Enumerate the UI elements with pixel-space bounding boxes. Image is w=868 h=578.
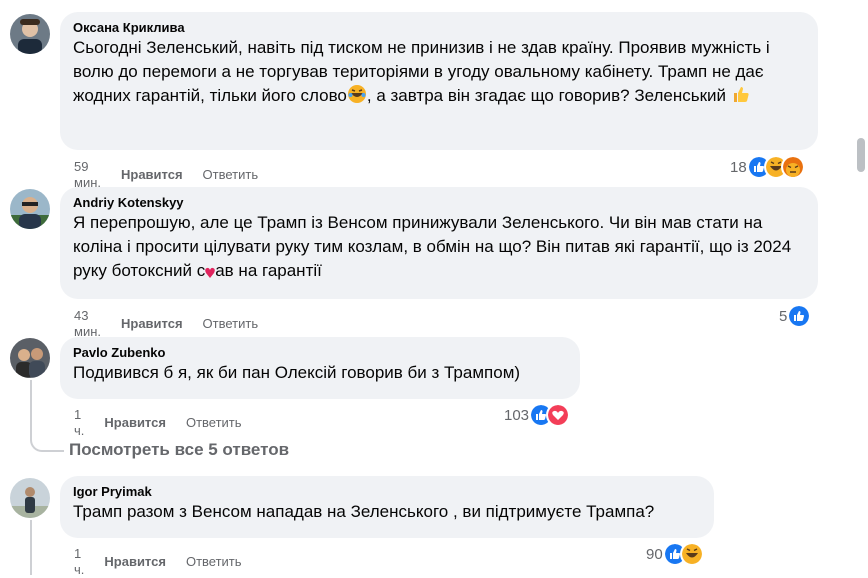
comment-actions: 43 мин. Нравится Ответить	[74, 308, 258, 340]
laughing-face-emoji-icon	[347, 84, 367, 104]
comment-author[interactable]: Igor Pryimak	[73, 484, 702, 500]
view-replies-link[interactable]: Посмотреть все 5 ответов	[69, 440, 289, 460]
comment-time[interactable]: 1 ч.	[74, 407, 84, 439]
avatar[interactable]	[10, 338, 50, 378]
thumbs-up-emoji-icon	[731, 84, 751, 104]
avatar[interactable]	[10, 189, 50, 229]
thread-line	[30, 380, 32, 434]
avatar[interactable]	[10, 478, 50, 518]
reactions-summary[interactable]: 103	[504, 405, 569, 425]
comment-bubble: Igor Pryimak Трамп разом з Венсом напада…	[60, 476, 714, 538]
reaction-count: 103	[504, 406, 530, 424]
like-icon	[789, 306, 810, 326]
comment-text: Сьогодні Зеленський, навіть під тиском н…	[73, 38, 770, 105]
reactions-summary[interactable]: 90	[646, 544, 702, 564]
reply-button[interactable]: Ответить	[203, 167, 259, 183]
like-button[interactable]: Нравится	[121, 316, 183, 332]
reaction-count: 90	[646, 545, 663, 563]
comment-bubble: Pavlo Zubenko Подивився б я, як би пан О…	[60, 337, 580, 399]
reply-button[interactable]: Ответить	[186, 554, 242, 570]
comment-bubble: Andriy Kotenskyy Я перепрошую, але це Тр…	[60, 187, 818, 299]
reactions-summary[interactable]: 18	[730, 157, 803, 177]
comment-text: Трамп разом з Венсом нападав на Зеленськ…	[73, 502, 655, 521]
scrollbar-thumb[interactable]	[857, 138, 865, 172]
comment-time[interactable]: 1 ч.	[74, 546, 84, 578]
comment-actions: 1 ч. Нравится Ответить	[74, 546, 242, 578]
comment-bubble: Оксана Криклива Сьогодні Зеленський, нав…	[60, 12, 818, 150]
thread-connector	[30, 434, 64, 452]
comment-author[interactable]: Andriy Kotenskyy	[73, 195, 806, 211]
reply-button[interactable]: Ответить	[186, 415, 242, 431]
love-icon	[548, 405, 569, 425]
comment-text: Подивився б я, як би пан Олексій говорив…	[73, 363, 521, 382]
like-button[interactable]: Нравится	[104, 554, 166, 570]
avatar[interactable]	[10, 14, 50, 54]
thread-line	[30, 520, 32, 575]
comment-time[interactable]: 43 мин.	[74, 308, 101, 340]
angry-icon	[782, 157, 803, 177]
reply-button[interactable]: Ответить	[203, 316, 259, 332]
like-button[interactable]: Нравится	[121, 167, 183, 183]
like-button[interactable]: Нравится	[104, 415, 166, 431]
heart-icon	[205, 262, 216, 278]
comment-author[interactable]: Pavlo Zubenko	[73, 345, 568, 361]
haha-icon	[681, 544, 702, 564]
comment-text: Я перепрошую, але це Трамп із Венсом при…	[73, 213, 792, 280]
reactions-summary[interactable]: 5	[779, 306, 810, 326]
reaction-count: 18	[730, 158, 747, 176]
scrollbar-track[interactable]	[852, 0, 868, 575]
comment-author[interactable]: Оксана Криклива	[73, 20, 806, 36]
comment-actions: 1 ч. Нравится Ответить	[74, 407, 242, 439]
reaction-count: 5	[779, 307, 788, 325]
